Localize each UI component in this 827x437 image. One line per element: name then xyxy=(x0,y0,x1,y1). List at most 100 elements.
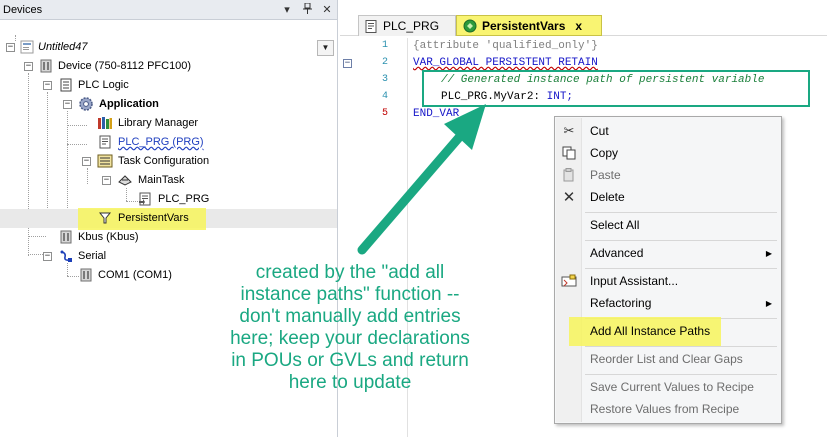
tree-item-plc-prg-call[interactable]: PLC_PRG xyxy=(0,190,337,209)
menu-item-label: Save Current Values to Recipe xyxy=(590,380,754,394)
line-number: 5 xyxy=(381,108,388,119)
close-icon[interactable]: ✕ xyxy=(317,3,337,16)
collapse-icon[interactable]: − xyxy=(102,176,111,185)
code-fold-toggle-icon[interactable]: − xyxy=(343,59,352,68)
persistent-vars-icon xyxy=(97,210,113,226)
copy-icon xyxy=(559,144,579,162)
task-configuration-icon xyxy=(97,153,113,169)
tree-label: Library Manager xyxy=(118,117,199,129)
main-task-icon xyxy=(117,172,133,188)
collapse-icon[interactable]: − xyxy=(24,62,33,71)
menu-separator xyxy=(585,268,777,269)
annotation-line: instance paths" function -- xyxy=(240,284,460,305)
collapse-icon[interactable]: − xyxy=(6,43,15,52)
menu-separator xyxy=(585,374,777,375)
tree-label: Untitled47 xyxy=(38,41,88,53)
menu-item-copy[interactable]: Copy xyxy=(556,142,780,164)
menu-item-label: Paste xyxy=(590,168,621,182)
tree-item-device[interactable]: − Device (750-8112 PFC100) xyxy=(0,57,337,76)
tree-item-application[interactable]: − Application xyxy=(0,95,337,114)
menu-separator xyxy=(585,212,777,213)
collapse-icon[interactable]: − xyxy=(82,157,91,166)
line-number: 1 xyxy=(381,40,388,51)
menu-item-label: Select All xyxy=(590,218,640,232)
generated-code-highlight-box xyxy=(422,70,810,107)
menu-item-cut[interactable]: ✂ Cut xyxy=(556,120,780,142)
tree-label: Task Configuration xyxy=(118,155,210,167)
tree-item-project[interactable]: − Untitled47 xyxy=(0,38,337,57)
tree-item-plc-logic[interactable]: − PLC Logic xyxy=(0,76,337,95)
context-menu: ✂ Cut Copy Paste ✕ Delete Select All Adv… xyxy=(554,116,782,424)
pou-icon xyxy=(365,19,377,33)
menu-item-label: Input Assistant... xyxy=(590,274,679,288)
annotation-line: in POUs or GVLs and return xyxy=(231,350,469,371)
devices-titlebar: Devices ▾ ✕ xyxy=(0,0,337,20)
tree-label: PersistentVars xyxy=(118,212,189,224)
tree-item-kbus[interactable]: Kbus (Kbus) xyxy=(0,228,337,247)
menu-item-select-all[interactable]: Select All xyxy=(556,214,780,236)
line-number: 3 xyxy=(381,74,388,85)
tab-persistent-vars[interactable]: PersistentVars x xyxy=(456,15,602,36)
tab-label: PLC_PRG xyxy=(383,19,440,33)
com-port-icon xyxy=(78,267,94,283)
pou-call-icon xyxy=(137,191,153,207)
tab-plc-prg[interactable]: PLC_PRG xyxy=(358,15,456,36)
tree-label: Serial xyxy=(78,250,107,262)
menu-separator xyxy=(585,346,777,347)
code-line-5[interactable]: END_VAR xyxy=(413,106,459,123)
submenu-arrow-icon: ▶ xyxy=(765,248,772,258)
tree-item-persistent-vars[interactable]: PersistentVars xyxy=(0,208,337,230)
menu-item-restore-values-from-recipe[interactable]: Restore Values from Recipe xyxy=(556,398,780,420)
tree-label: PLC_PRG (PRG) xyxy=(118,136,204,148)
tree-label: MainTask xyxy=(138,174,185,186)
device-icon xyxy=(38,58,54,74)
tree-label: Device (750-8112 PFC100) xyxy=(58,60,192,72)
menu-item-reorder-list[interactable]: Reorder List and Clear Gaps xyxy=(556,348,780,370)
menu-item-label: Refactoring xyxy=(590,296,652,310)
menu-item-refactoring[interactable]: Refactoring ▶ xyxy=(556,292,780,314)
serial-icon xyxy=(58,248,74,264)
tree-label: Application xyxy=(99,98,159,110)
chevron-down-icon[interactable]: ▼ xyxy=(317,40,334,56)
annotation-line: here to update xyxy=(288,372,412,393)
menu-separator xyxy=(585,240,777,241)
submenu-arrow-icon: ▶ xyxy=(765,298,772,308)
collapse-icon[interactable]: − xyxy=(63,100,72,109)
menu-item-label: Copy xyxy=(590,146,619,160)
menu-item-input-assistant[interactable]: Input Assistant... xyxy=(556,270,780,292)
collapse-icon[interactable]: − xyxy=(43,81,52,90)
menu-item-label: Cut xyxy=(590,124,609,138)
menu-item-label: Advanced xyxy=(590,246,644,260)
plc-logic-icon xyxy=(58,77,74,93)
annotation-line: don't manually add entries xyxy=(239,306,461,327)
annotation-line: here; keep your declarations xyxy=(230,328,470,349)
tree-item-task-configuration[interactable]: − Task Configuration xyxy=(0,152,337,171)
collapse-icon[interactable]: − xyxy=(43,252,52,261)
library-manager-icon xyxy=(97,115,113,131)
tab-label: PersistentVars xyxy=(482,18,566,33)
tree-item-plc-prg[interactable]: PLC_PRG (PRG) xyxy=(0,133,337,152)
persistent-vars-tab-icon xyxy=(463,19,477,33)
tree-item-main-task[interactable]: − MainTask xyxy=(0,171,337,190)
menu-item-advanced[interactable]: Advanced ▶ xyxy=(556,242,780,264)
tree-label: PLC_PRG xyxy=(158,193,210,205)
menu-item-save-values-to-recipe[interactable]: Save Current Values to Recipe xyxy=(556,376,780,398)
menu-item-delete[interactable]: ✕ Delete xyxy=(556,186,780,208)
tree-label: PLC Logic xyxy=(78,79,129,91)
annotation-line: created by the "add all xyxy=(255,262,445,283)
pin-icon[interactable] xyxy=(297,2,317,17)
menu-item-label: Reorder List and Clear Gaps xyxy=(590,352,743,366)
scissors-icon: ✂ xyxy=(563,123,575,138)
menu-item-paste[interactable]: Paste xyxy=(556,164,780,186)
tree-label: Kbus (Kbus) xyxy=(78,231,139,243)
application-gear-icon xyxy=(78,96,94,112)
input-assistant-icon xyxy=(559,272,579,290)
panel-menu-icon[interactable]: ▾ xyxy=(277,3,297,16)
line-number: 2 xyxy=(381,57,388,68)
tree-item-library-manager[interactable]: Library Manager xyxy=(0,114,337,133)
menu-item-add-all-instance-paths[interactable]: Add All Instance Paths xyxy=(556,320,780,342)
menu-item-label: Delete xyxy=(590,190,625,204)
code-line-1[interactable]: {attribute 'qualified_only'} xyxy=(413,38,598,55)
tab-close-icon[interactable]: x xyxy=(575,19,582,33)
annotation-note: created by the "add all instance paths" … xyxy=(190,262,510,394)
